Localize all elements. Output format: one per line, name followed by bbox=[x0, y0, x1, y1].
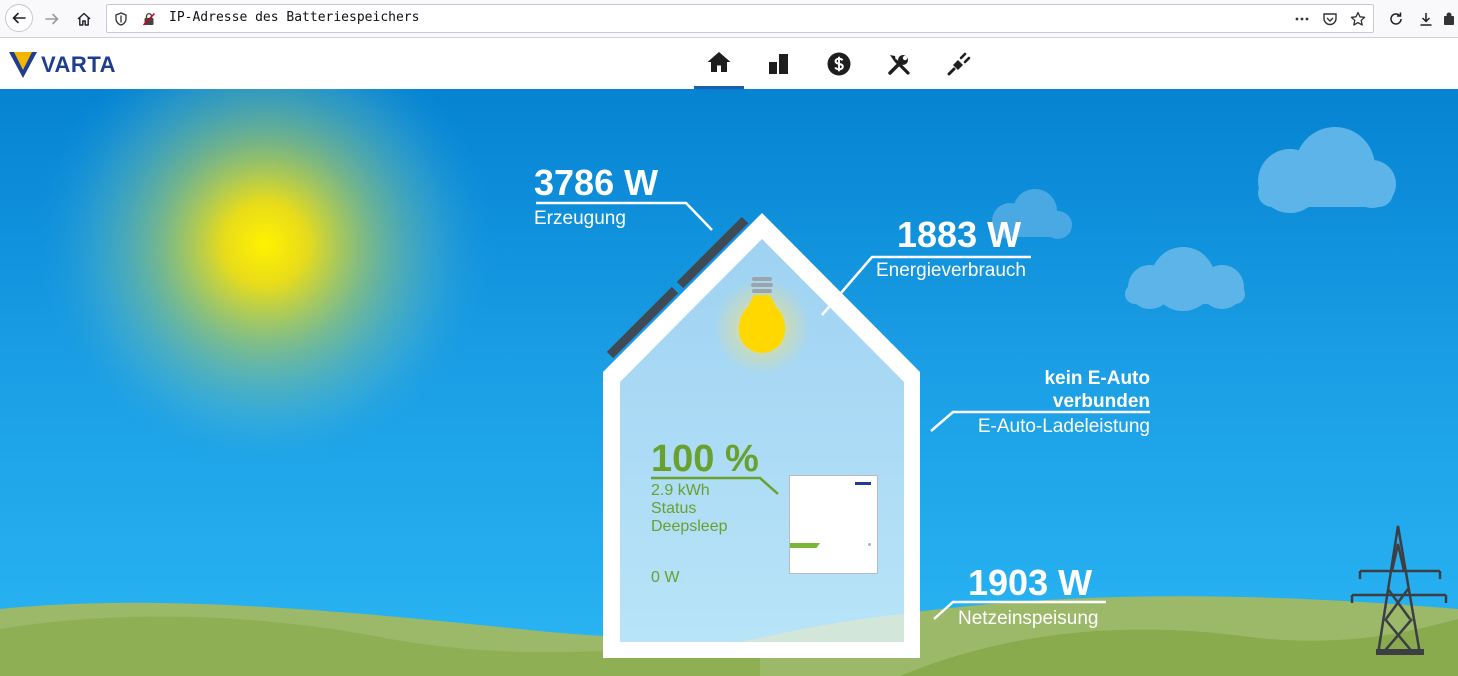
home-icon bbox=[707, 52, 731, 72]
extension-button[interactable] bbox=[1440, 4, 1458, 34]
tools-icon bbox=[888, 54, 910, 75]
varta-logo[interactable]: VARTA bbox=[9, 52, 116, 78]
grid-feed-in-value: 1903 W bbox=[968, 562, 1093, 603]
forward-arrow-icon bbox=[45, 13, 59, 25]
energy-flow-scene: 3786 W Erzeugung 1883 W Energieverbrauch… bbox=[0, 89, 1458, 676]
battery-led bbox=[868, 543, 871, 546]
battery-soc: 100 % bbox=[651, 438, 759, 480]
home-icon bbox=[77, 12, 91, 26]
battery-storage-unit bbox=[789, 475, 878, 574]
forward-button[interactable] bbox=[37, 4, 67, 34]
battery-capacity: 2.9 kWh bbox=[651, 482, 710, 499]
tab-costs[interactable] bbox=[814, 38, 864, 89]
logo-text: VARTA bbox=[41, 52, 117, 77]
production-value: 3786 W bbox=[534, 162, 659, 203]
extension-icon bbox=[1444, 12, 1454, 25]
browser-toolbar: IP-Adresse des Batteriespeichers bbox=[0, 0, 1458, 38]
shield-icon[interactable] bbox=[112, 10, 130, 28]
tab-connection[interactable] bbox=[934, 38, 984, 89]
battery-power: 0 W bbox=[651, 569, 680, 586]
plug-icon bbox=[947, 52, 971, 75]
consumption-value: 1883 W bbox=[897, 214, 1022, 255]
home-button[interactable] bbox=[69, 4, 99, 34]
tab-settings[interactable] bbox=[874, 38, 924, 89]
cloud bbox=[1258, 127, 1396, 213]
scene-illustration bbox=[0, 89, 1458, 676]
sun bbox=[35, 89, 495, 474]
url-text[interactable]: IP-Adresse des Batteriespeichers bbox=[169, 10, 419, 25]
back-button[interactable] bbox=[5, 4, 33, 32]
tab-statistics[interactable] bbox=[754, 38, 804, 89]
consumption-label: Energieverbrauch bbox=[876, 260, 1026, 281]
production-label: Erzeugung bbox=[534, 208, 626, 229]
dollar-icon bbox=[827, 52, 851, 75]
back-arrow-icon bbox=[12, 12, 26, 24]
grid-feed-in-label: Netzeinspeisung bbox=[958, 608, 1099, 629]
ev-status-line2: verbunden bbox=[1052, 391, 1150, 412]
download-icon bbox=[1420, 13, 1432, 26]
battery-status-label: Status bbox=[651, 500, 697, 517]
insecure-lock-icon[interactable] bbox=[140, 10, 158, 28]
address-bar[interactable]: IP-Adresse des Batteriespeichers bbox=[106, 4, 1374, 33]
app-header: VARTA bbox=[0, 38, 1458, 89]
battery-brand-mark bbox=[855, 482, 871, 485]
battery-green-stripe bbox=[790, 543, 820, 548]
ev-status-line1: kein E-Auto bbox=[1044, 368, 1150, 389]
varta-v-icon bbox=[9, 52, 37, 78]
download-button[interactable] bbox=[1411, 4, 1441, 34]
reload-icon bbox=[1390, 12, 1402, 25]
reload-button[interactable] bbox=[1381, 4, 1411, 34]
cloud bbox=[1125, 247, 1245, 311]
bar-chart-icon bbox=[769, 53, 788, 74]
pocket-icon[interactable] bbox=[1321, 10, 1339, 28]
ev-charging-label: E-Auto-Ladeleistung bbox=[977, 416, 1150, 437]
bookmark-star-icon[interactable] bbox=[1349, 10, 1367, 28]
more-icon[interactable] bbox=[1293, 10, 1311, 28]
battery-status-value: Deepsleep bbox=[651, 518, 728, 535]
tab-home[interactable] bbox=[694, 38, 744, 89]
